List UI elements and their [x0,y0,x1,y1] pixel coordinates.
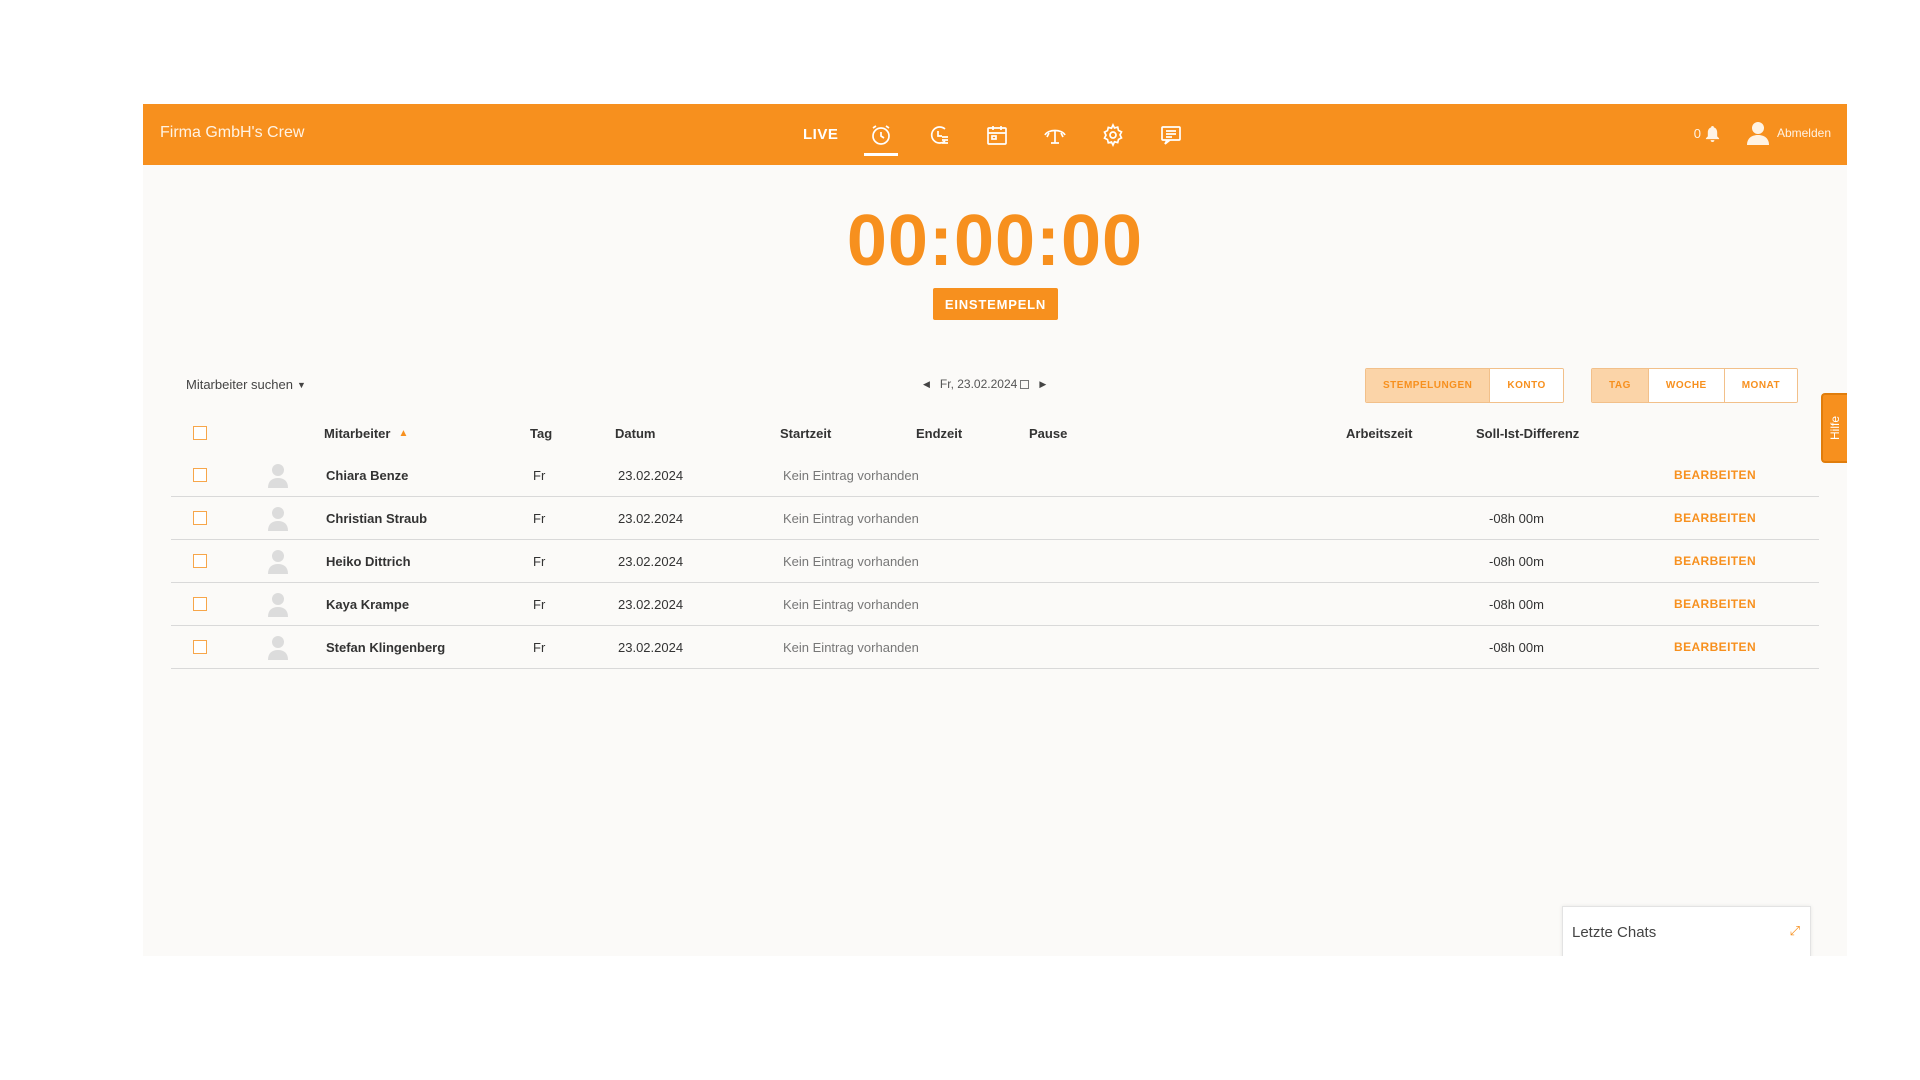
row-start: Kein Eintrag vorhanden [783,510,919,526]
avatar [267,497,289,539]
row-day: Fr [533,553,546,569]
edit-button[interactable]: BEARBEITEN [1674,540,1756,582]
edit-button[interactable]: BEARBEITEN [1674,454,1756,496]
main-nav: LIVE [803,104,1212,165]
bell-icon [1705,126,1720,142]
row-date: 23.02.2024 [618,639,684,655]
row-checkbox[interactable] [193,583,207,625]
expand-icon[interactable]: ⤢ [1790,923,1800,939]
tab-stempelungen[interactable]: STEMPELUNGEN [1366,369,1490,402]
row-date: 23.02.2024 [618,510,684,526]
column-header-worktime: Arbeitszeit [1346,425,1413,441]
nav-live[interactable]: LIVE [803,126,838,143]
row-checkbox[interactable] [193,454,207,496]
absence-icon[interactable] [1038,104,1072,165]
avatar [267,626,289,668]
timer-display: 00:00:00 [846,201,1144,281]
table-header: Mitarbeiter ▲ Tag Datum Startzeit Endzei… [171,412,1819,454]
avatar [267,454,289,496]
employee-name: Kaya Krampe [326,596,410,612]
settings-icon[interactable] [1096,104,1130,165]
tab-konto[interactable]: KONTO [1489,369,1563,402]
column-header-pause: Pause [1029,425,1068,441]
calendar-icon[interactable] [980,104,1014,165]
previous-day-arrow-icon[interactable]: ◀ [913,379,940,390]
user-avatar-icon [1746,122,1769,145]
row-checkbox[interactable] [193,497,207,539]
row-diff: -08h 00m [1489,510,1544,526]
table-row: Kaya Krampe Fr 23.02.2024 Kein Eintrag v… [171,583,1819,626]
help-tab[interactable]: Hilfe [1821,393,1847,463]
tab-tag[interactable]: TAG [1592,369,1648,402]
clock-in-button[interactable]: EINSTEMPELN [933,288,1058,320]
date-navigator: ◀ Fr, 23.02.2024 ▶ [913,377,1056,391]
row-start: Kein Eintrag vorhanden [783,467,919,483]
recent-chats-panel[interactable]: Letzte Chats ⤢ [1562,906,1811,956]
employee-name: Heiko Dittrich [326,553,411,569]
employee-name: Chiara Benze [326,467,409,483]
logout-link[interactable]: Abmelden [1777,126,1831,140]
row-start: Kein Eintrag vorhanden [783,596,919,612]
tab-woche[interactable]: WOCHE [1647,369,1724,402]
current-date[interactable]: Fr, 23.02.2024 [940,377,1017,391]
next-day-arrow-icon[interactable]: ▶ [1029,379,1056,390]
row-day: Fr [533,639,546,655]
row-checkbox[interactable] [193,626,207,668]
select-all-checkbox[interactable] [193,412,207,454]
column-header-start: Startzeit [780,425,832,441]
avatar [267,540,289,582]
top-navigation-bar: Firma GmbH's Crew LIVE 0 Abmelden [143,104,1847,165]
row-day: Fr [533,467,546,483]
row-diff: -08h 00m [1489,639,1544,655]
alarm-clock-icon[interactable] [864,104,899,165]
row-diff: -08h 00m [1489,596,1544,612]
column-header-end: Endzeit [916,425,963,441]
row-start: Kein Eintrag vorhanden [783,553,919,569]
row-date: 23.02.2024 [618,467,684,483]
row-diff: -08h 00m [1489,553,1544,569]
help-label: Hilfe [1828,415,1843,441]
timesheet-table: Mitarbeiter ▲ Tag Datum Startzeit Endzei… [171,412,1819,669]
edit-button[interactable]: BEARBEITEN [1674,626,1756,668]
caret-down-icon: ▼ [296,379,306,390]
brand-title[interactable]: Firma GmbH's Crew [160,124,304,142]
edit-button[interactable]: BEARBEITEN [1674,497,1756,539]
table-row: Chiara Benze Fr 23.02.2024 Kein Eintrag … [171,454,1819,497]
messages-icon[interactable] [1154,104,1188,165]
column-header-diff: Soll-Ist-Differenz [1476,425,1580,441]
mode-toggle: STEMPELUNGEN KONTO [1365,368,1564,403]
table-row: Stefan Klingenberg Fr 23.02.2024 Kein Ei… [171,626,1819,669]
row-checkbox[interactable] [193,540,207,582]
employee-search-label: Mitarbeiter suchen [186,377,293,392]
row-start: Kein Eintrag vorhanden [783,639,919,655]
column-header-date: Datum [615,425,656,441]
tab-monat[interactable]: MONAT [1723,369,1798,402]
column-header-day: Tag [530,425,553,441]
app-window: Firma GmbH's Crew LIVE 0 Abmelden 00:00:… [143,104,1847,956]
period-toggle: TAG WOCHE MONAT [1591,368,1799,403]
user-menu[interactable]: Abmelden [1746,121,1831,145]
employee-search-dropdown[interactable]: Mitarbeiter suchen ▼ [186,377,306,392]
notification-count: 0 [1693,126,1701,141]
sort-ascending-icon: ▲ [398,427,409,439]
row-date: 23.02.2024 [618,596,684,612]
table-row: Christian Straub Fr 23.02.2024 Kein Eint… [171,497,1819,540]
column-header-employee[interactable]: Mitarbeiter ▲ [324,412,408,454]
row-day: Fr [533,510,546,526]
timeline-clock-icon[interactable] [922,104,956,165]
avatar [267,583,289,625]
notifications[interactable]: 0 [1694,125,1720,142]
row-date: 23.02.2024 [618,553,684,569]
table-row: Heiko Dittrich Fr 23.02.2024 Kein Eintra… [171,540,1819,583]
row-day: Fr [533,596,546,612]
small-calendar-icon[interactable] [1020,379,1030,389]
recent-chats-title: Letzte Chats [1572,924,1657,941]
edit-button[interactable]: BEARBEITEN [1674,583,1756,625]
employee-name: Stefan Klingenberg [326,639,446,655]
employee-name: Christian Straub [326,510,428,526]
